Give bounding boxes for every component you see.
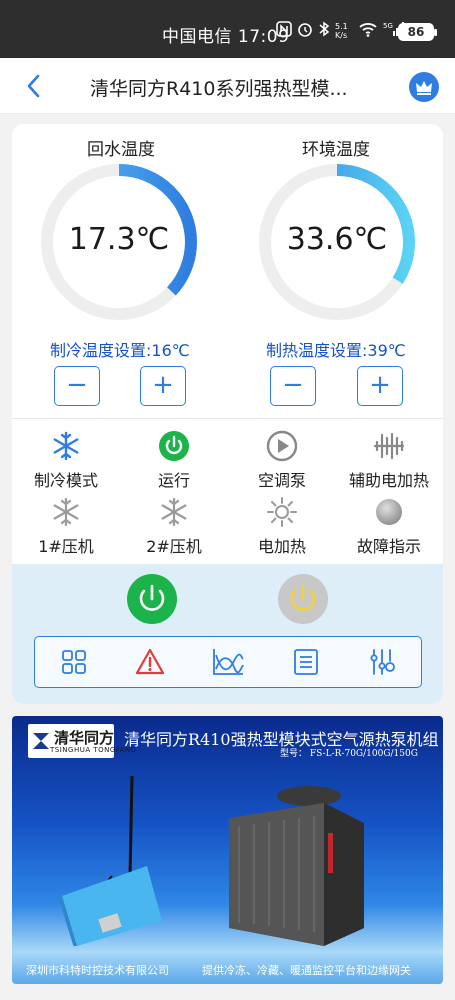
status-label: 制冷模式 [33,471,98,490]
control-panel [12,564,443,704]
status-running: 运行 [120,430,228,491]
svg-text:5G: 5G [383,22,393,30]
status-label: 2#压机 [146,537,202,556]
return-water-temp-title: 回水温度 [87,140,155,160]
fault-indicator-icon [373,496,405,528]
status-ac-pump: 空调泵 [228,430,336,491]
banner-footer-company: 深圳市科特时控技术有限公司 [26,964,169,977]
wifi-icon [358,21,378,41]
snowflake-icon [50,496,82,528]
logo-text-cn: 清华同方 [54,729,115,747]
cooling-increase-button[interactable]: + [140,366,186,406]
status-label: 故障指示 [356,537,421,556]
gateway-device-illustration [59,775,162,946]
power-on-button[interactable] [127,574,177,624]
net-speed: 5.1 K/s [335,22,348,40]
banner-footer-services: 提供冷冻、冷藏、暖通监控平台和边缘网关 [202,964,411,977]
status-aux-heater: 辅助电加热 [335,430,443,491]
status-icons: 5.1 K/s 5G [276,21,405,41]
page-title: 清华同方R410系列强热型模... [90,78,348,100]
status-compressor-2: 2#压机 [120,496,228,557]
alarm-icon [297,21,313,41]
trend-chart-icon[interactable] [212,647,244,677]
cooling-setpoint-label: 制冷温度设置:16℃ [50,341,190,360]
grid-icon[interactable] [59,647,89,677]
ambient-temp-title: 环境温度 [302,140,370,160]
nfc-icon [276,21,292,41]
banner-model: 型号： FS-L-R-70G/100G/150G [280,749,418,759]
status-label: 运行 [157,471,190,490]
ambient-temp-value: 33.6℃ [286,222,388,257]
carrier-time: 中国电信 17:09 [162,27,290,47]
app-header: 清华同方R410系列强热型模... [0,58,455,114]
divider [12,418,443,419]
heater-icon [373,430,405,462]
crown-icon[interactable] [409,72,439,102]
status-bar: 中国电信 17:09 5.1 K/s 5G 86 [0,0,455,58]
status-electric-heater: 电加热 [228,496,336,557]
status-label: 电加热 [257,537,306,556]
battery-indicator: 86 [398,23,437,41]
sun-icon [266,496,298,528]
status-label: 辅助电加热 [348,471,429,490]
bottom-toolbar [34,636,422,688]
back-icon[interactable] [22,72,46,100]
settings-sliders-icon[interactable] [367,647,397,677]
heating-decrease-button[interactable]: − [270,366,316,406]
list-icon[interactable] [291,647,321,677]
play-icon [266,430,298,462]
product-banner[interactable]: 清华同方 TSINGHUA TONGFANG 清华同方R410强热型模块式空气源… [12,716,443,984]
bluetooth-icon [318,21,330,41]
status-label: 1#压机 [38,537,94,556]
status-cooling-mode: 制冷模式 [12,430,120,491]
status-compressor-1: 1#压机 [12,496,120,557]
device-card: 回水温度 17.3℃ 环境温度 33.6℃ 制冷温度设置:16℃ 制热温度设置:… [12,124,443,704]
heating-increase-button[interactable]: + [357,366,403,406]
snowflake-icon [50,430,82,462]
power-off-button[interactable] [278,574,328,624]
heating-setpoint-label: 制热温度设置:39℃ [266,341,406,360]
status-label: 空调泵 [257,471,306,490]
heat-pump-illustration [229,786,364,946]
alarm-warning-icon[interactable] [135,647,165,677]
brand-logo: 清华同方 TSINGHUA TONGFANG [28,724,136,758]
cooling-decrease-button[interactable]: − [54,366,100,406]
snowflake-icon [158,496,190,528]
power-on-icon [158,430,190,462]
return-water-temp-value: 17.3℃ [68,222,170,257]
status-fault-indicator: 故障指示 [335,496,443,557]
